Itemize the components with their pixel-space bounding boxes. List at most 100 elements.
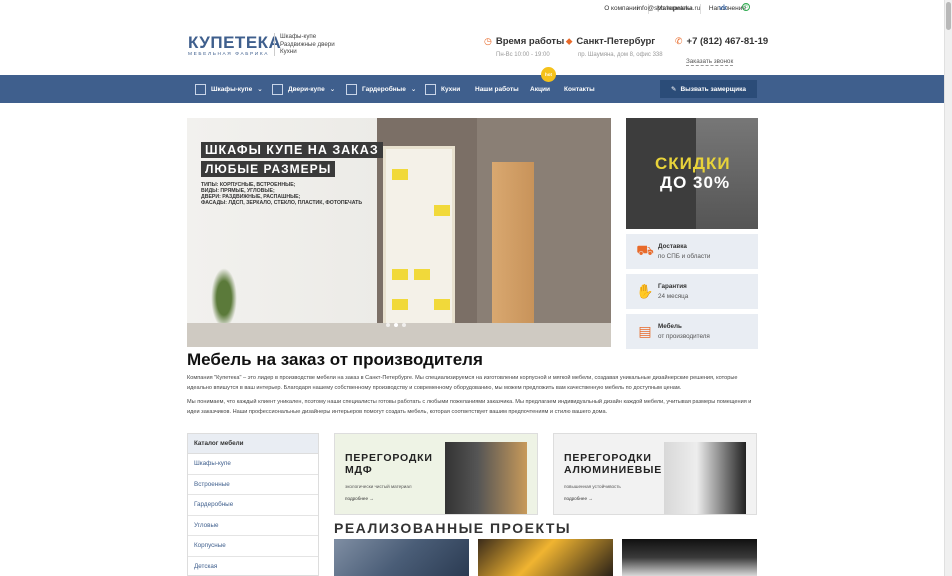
social-links: vk ✆: [718, 3, 750, 13]
main-nav: Шкафы-купе ⌄ Двери-купе ⌄ Гардеробные ⌄ …: [0, 67, 944, 103]
banner-image: [445, 442, 527, 514]
page-scrollbar[interactable]: [944, 0, 952, 576]
logo[interactable]: КУПЕТЕКА МЕБЕЛЬНАЯ ФАБРИКА: [188, 34, 281, 57]
email-link[interactable]: info@spb.kupeteka.ru: [637, 5, 700, 12]
phone-icon: ✆: [675, 36, 683, 46]
map-pin-icon: ⬥: [566, 36, 573, 46]
nav-label: Шкафы-купе: [211, 85, 253, 93]
catalog-item[interactable]: Гардеробные: [188, 495, 318, 516]
logo-tags: Шкафы-купе Раздвижные двери Кухни: [274, 33, 335, 56]
banner-aluminum-partitions[interactable]: ПЕРЕГОРОДКИ АЛЮМИНИЕВЫЕ повышенная устой…: [553, 433, 757, 515]
slider-dot[interactable]: [394, 323, 398, 327]
nav-label: Наши работы: [475, 85, 519, 93]
project-thumbnail[interactable]: [622, 539, 757, 576]
catalog-item[interactable]: Встроенные: [188, 475, 318, 495]
feature-title: Доставка: [658, 243, 687, 250]
site-header: КУПЕТЕКА МЕБЕЛЬНАЯ ФАБРИКА Шкафы-купе Ра…: [0, 18, 944, 75]
scrollbar-thumb[interactable]: [946, 2, 951, 30]
location-address: пр. Шаумяна, дом 8, офис 338: [578, 52, 663, 58]
top-bar: О компании Материалы Наполнение info@spb…: [0, 0, 944, 18]
nav-label: Гардеробные: [362, 85, 406, 93]
phone-number[interactable]: +7 (812) 467-81-19: [687, 36, 769, 47]
slider-dot[interactable]: [402, 323, 406, 327]
catalog-sidebar: Каталог мебели Шкафы-купе Встроенные Гар…: [187, 433, 319, 576]
feature-delivery: ⛟ Доставка по СПБ и области: [626, 234, 758, 269]
nav-label: Контакты: [564, 85, 595, 93]
delivery-icon: ⛟: [636, 242, 654, 258]
phone-block: ✆ +7 (812) 467-81-19 Заказать звонок: [675, 36, 768, 68]
catalog-item[interactable]: Шкафы-купе: [188, 454, 318, 475]
logo-tag: Кухни: [280, 48, 297, 55]
banner-more-link[interactable]: подробнее →: [345, 496, 374, 501]
project-thumbnail[interactable]: [334, 539, 469, 576]
logo-brand: КУПЕТЕКА: [188, 33, 282, 52]
catalog-item[interactable]: Корпусные: [188, 536, 318, 557]
nav-label: Кухни: [441, 85, 461, 93]
call-measurer-button[interactable]: ✎ Вызвать замерщика: [660, 80, 757, 98]
nav-item-dressing[interactable]: Гардеробные ⌄: [346, 75, 416, 103]
banner-mdf-partitions[interactable]: ПЕРЕГОРОДКИ МДФ экологически чистый мате…: [334, 433, 538, 515]
promo-line1: СКИДКИ: [655, 154, 731, 173]
banner-subtitle: экологически чистый материал: [345, 484, 412, 489]
nav-item-contacts[interactable]: Контакты: [564, 75, 595, 103]
discount-banner[interactable]: СКИДКИ ДО 30%: [626, 118, 758, 229]
feature-desc: по СПБ и области: [658, 253, 711, 260]
guarantee-icon: ✋: [636, 283, 654, 299]
work-hours: ◷ Время работы Пн-Вс 10:00 - 19:00: [484, 36, 564, 58]
slider-dot[interactable]: [386, 323, 390, 327]
catalog-item[interactable]: Угловые: [188, 516, 318, 536]
banner-subtitle: повышенная устойчивость: [564, 484, 621, 489]
work-hours-title: Время работы: [495, 36, 565, 47]
vk-icon[interactable]: vk: [718, 3, 728, 13]
logo-tagline: МЕБЕЛЬНАЯ ФАБРИКА: [188, 52, 270, 57]
feature-guarantee: ✋ Гарантия 24 месяца: [626, 274, 758, 309]
projects-title: РЕАЛИЗОВАННЫЕ ПРОЕКТЫ: [334, 520, 572, 536]
callback-link[interactable]: Заказать звонок: [686, 58, 734, 66]
logo-tag: Шкафы-купе: [280, 33, 317, 40]
furniture-icon: ▤: [638, 323, 652, 339]
nav-item-works[interactable]: Наши работы: [475, 75, 519, 103]
hero-heading: ШКАФЫ КУПЕ НА ЗАКАЗ: [201, 142, 383, 158]
intro-paragraph: Компания "Купетека" – это лидер в произв…: [187, 375, 738, 391]
nav-label: Двери-купе: [288, 85, 325, 93]
page-title: Мебель на заказ от производителя: [187, 350, 483, 369]
door-icon: [272, 83, 283, 95]
chevron-down-icon: ⌄: [257, 86, 263, 93]
project-thumbnail[interactable]: [478, 539, 613, 576]
hero-image-plant: [211, 268, 237, 328]
work-hours-desc: Пн-Вс 10:00 - 19:00: [496, 52, 550, 58]
promo-line2: ДО 30%: [660, 173, 731, 192]
dressing-room-icon: [346, 83, 357, 95]
hot-badge: hot: [541, 67, 556, 82]
feature-desc: от производителя: [658, 333, 710, 340]
slider-dots: [386, 323, 406, 327]
feature-desc: 24 месяца: [658, 293, 689, 300]
location: ⬥ Санкт-Петербург пр. Шаумяна, дом 8, офи…: [566, 36, 663, 58]
nav-item-wardrobes[interactable]: Шкафы-купе ⌄: [195, 75, 263, 103]
ruler-icon: ✎: [671, 86, 677, 93]
logo-tag: Раздвижные двери: [280, 40, 335, 48]
chevron-down-icon: ⌄: [329, 86, 336, 93]
nav-item-kitchens[interactable]: Кухни: [425, 75, 460, 103]
hero-image-shelf: [383, 146, 455, 332]
hero-details: ТИПЫ: КОРПУСНЫЕ, ВСТРОЕННЫЕ; ВИДЫ: ПРЯМЫ…: [201, 182, 362, 206]
nav-item-doors[interactable]: Двери-купе ⌄: [272, 75, 335, 103]
feature-title: Мебель: [658, 323, 682, 330]
hero-slider[interactable]: ШКАФЫ КУПЕ НА ЗАКАЗ ЛЮБЫЕ РАЗМЕРЫ ТИПЫ: …: [187, 118, 611, 347]
whatsapp-icon[interactable]: ✆: [742, 3, 750, 11]
clock-icon: ◷: [484, 36, 492, 46]
catalog-item[interactable]: Детская: [188, 557, 318, 576]
kitchen-icon: [425, 83, 436, 95]
banner-more-link[interactable]: подробнее →: [564, 496, 593, 501]
wardrobe-icon: [195, 83, 206, 95]
banner-title: ПЕРЕГОРОДКИ АЛЮМИНИЕВЫЕ: [564, 452, 662, 476]
hero-image-door: [492, 162, 534, 328]
feature-title: Гарантия: [658, 283, 687, 290]
intro-paragraph: Мы понимаем, что каждый клиент уникален,…: [187, 399, 752, 415]
feature-furniture: ▤ Мебель от производителя: [626, 314, 758, 349]
nav-label: Акции: [530, 85, 550, 93]
cta-label: Вызвать замерщика: [680, 85, 746, 93]
location-title: Санкт-Петербург: [576, 36, 656, 47]
banner-title: ПЕРЕГОРОДКИ МДФ: [345, 452, 433, 476]
chevron-down-icon: ⌄: [410, 86, 417, 93]
